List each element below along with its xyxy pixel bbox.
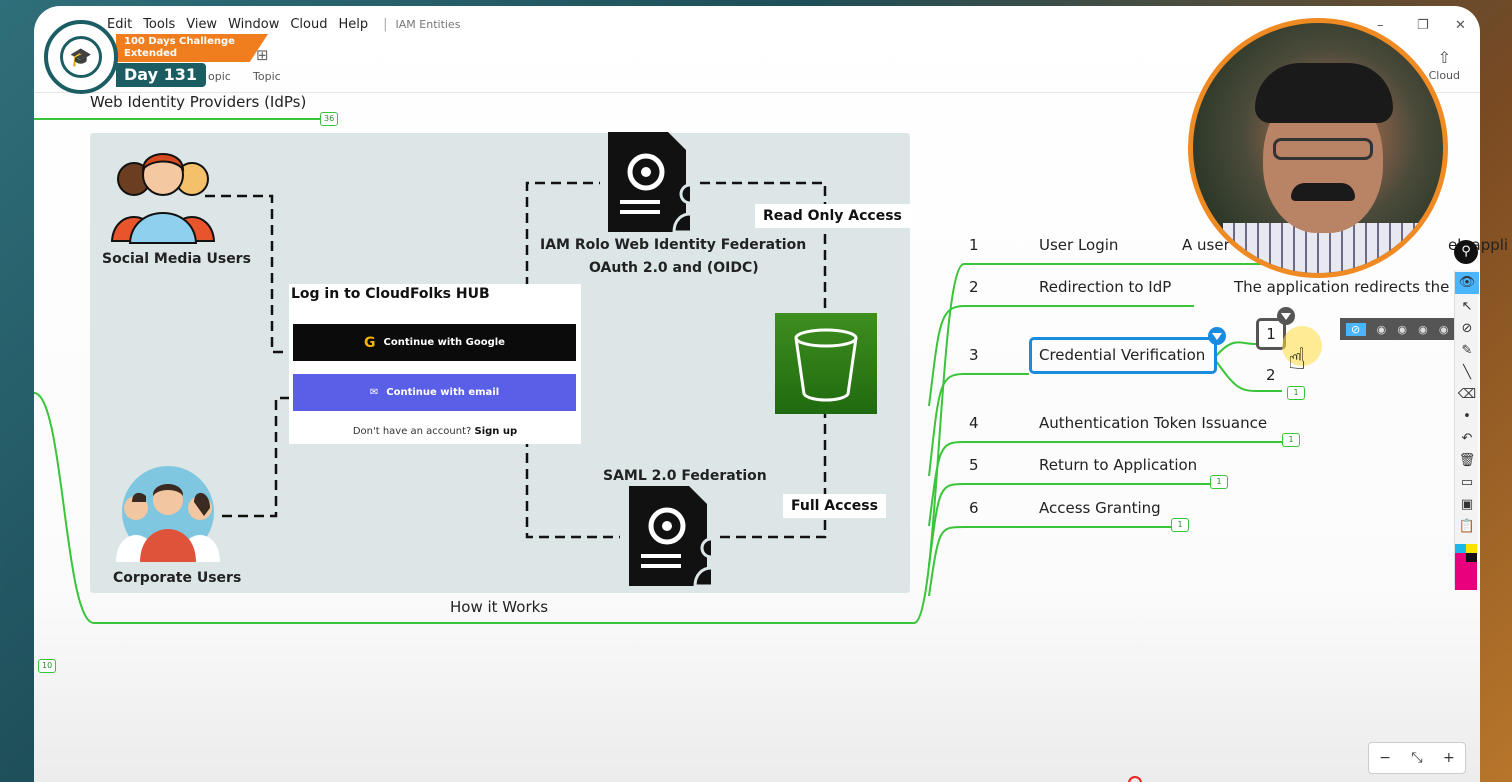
- pin-icon[interactable]: ⚲: [1454, 240, 1478, 264]
- social-users-icon: [110, 153, 216, 244]
- full-access-label: Full Access: [783, 494, 886, 518]
- day-badge: Day 131: [116, 63, 206, 87]
- challenge-line2: Extended: [124, 48, 178, 59]
- stamp-4-icon[interactable]: ◉: [1439, 323, 1449, 336]
- presenter-glasses: [1273, 138, 1373, 160]
- saml-federation-label: SAML 2.0 Federation: [603, 468, 767, 484]
- corporate-users-label: Corporate Users: [113, 570, 242, 586]
- stamp-toolbar: ⊘ ◉ ◉ ◉ ◉: [1340, 318, 1454, 340]
- hand-cursor-icon: ☝: [1288, 342, 1307, 377]
- google-icon: G: [364, 334, 376, 351]
- challenge-badge: 100 Days Challenge Extended: [116, 34, 268, 62]
- s3-bucket-icon: [775, 313, 877, 414]
- graduation-cap-icon: 🎓: [60, 36, 102, 78]
- continue-google-label: Continue with Google: [383, 337, 505, 348]
- camera-icon[interactable]: ▣: [1455, 494, 1479, 516]
- presenter-webcam: [1188, 18, 1448, 278]
- channel-logo: 🎓: [44, 20, 118, 94]
- no-stamp-icon[interactable]: ⊘: [1455, 318, 1479, 340]
- annotation-toolbar: 👁 ↖ ⊘ ✎ ╲ ⌫ • ↶ 🗑 ▭ ▣ 📋: [1454, 270, 1479, 590]
- pointer-icon[interactable]: ↖: [1455, 296, 1479, 318]
- stamp-3-icon[interactable]: ◉: [1418, 323, 1428, 336]
- stamp-2-icon[interactable]: ◉: [1397, 323, 1407, 336]
- continue-google-button[interactable]: G Continue with Google: [293, 324, 576, 361]
- login-title: Log in to CloudFolks HUB: [291, 286, 490, 302]
- iam-federation-label-1: IAM Rolo Web Identity Federation: [540, 237, 807, 253]
- iam-document-gear-icon: [608, 132, 690, 234]
- stamp-1-icon[interactable]: ◉: [1377, 323, 1387, 336]
- corporate-users-icon: [116, 466, 220, 562]
- trash-icon[interactable]: 🗑: [1455, 450, 1479, 472]
- presenter-hair: [1255, 63, 1393, 123]
- signup-prefix: Don't have an account?: [352, 426, 472, 437]
- undo-icon[interactable]: ↶: [1455, 428, 1479, 450]
- read-only-access-label: Read Only Access: [755, 204, 910, 228]
- dot-icon[interactable]: •: [1455, 406, 1479, 428]
- signup-link[interactable]: Sign up: [475, 426, 518, 437]
- presenter-mustache: [1291, 183, 1355, 201]
- social-media-users-label: Social Media Users: [102, 251, 251, 267]
- challenge-line1: 100 Days Challenge: [124, 36, 235, 47]
- continue-email-button[interactable]: ✉ Continue with email: [293, 374, 576, 411]
- color-palette[interactable]: [1455, 544, 1477, 590]
- line-icon[interactable]: ╲: [1455, 362, 1479, 384]
- saml-document-gear-icon: [629, 486, 711, 588]
- stamp-none-icon[interactable]: ⊘: [1345, 322, 1366, 336]
- eye-icon[interactable]: 👁: [1455, 272, 1479, 294]
- board-icon[interactable]: ▭: [1455, 472, 1479, 494]
- eraser-icon[interactable]: ⌫: [1455, 384, 1479, 406]
- clipboard-icon[interactable]: 📋: [1455, 516, 1479, 538]
- pen-icon[interactable]: ✎: [1455, 340, 1479, 362]
- iam-federation-label-2: OAuth 2.0 and (OIDC): [589, 260, 759, 276]
- signup-prompt: Don't have an account? Sign up: [289, 426, 581, 437]
- login-card: Log in to CloudFolks HUB G Continue with…: [289, 284, 581, 444]
- continue-email-label: Continue with email: [386, 387, 500, 398]
- envelope-icon: ✉: [369, 387, 379, 398]
